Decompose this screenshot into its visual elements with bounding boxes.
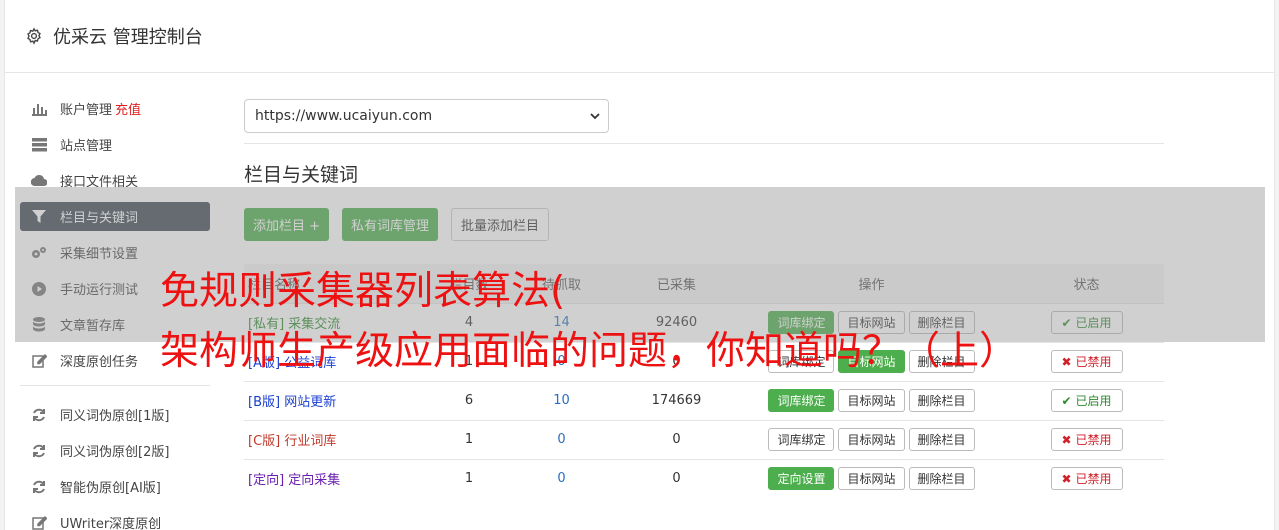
site-select-value: https://www.ucaiyun.com	[255, 108, 433, 124]
page-title: 优采云 管理控制台	[53, 27, 203, 48]
refresh-icon	[31, 479, 47, 495]
column-count: 1	[434, 458, 504, 498]
status-label: 已禁用	[1075, 472, 1112, 487]
sidebar-item-label: 账户管理	[60, 103, 113, 118]
table-row: [C版] 行业词库 1 0 0 词库绑定 目标网站 删除栏目 ✖ 已禁用	[244, 419, 1164, 459]
sidebar-item-label: 智能伪原创[AI版]	[60, 481, 161, 496]
pending-count[interactable]: 0	[504, 458, 619, 498]
watermark-line-2: 架构师生产级应用面临的问题，你知道吗？（上）	[160, 329, 1019, 374]
status-toggle[interactable]: ✖ 已禁用	[1050, 428, 1123, 451]
collected-count: 0	[619, 419, 734, 459]
table-row: [B版] 网站更新 6 10 174669 词库绑定 目标网站 删除栏目 ✔ 已启用	[244, 380, 1164, 420]
section-title: 栏目与关键词	[244, 164, 359, 186]
sidebar-item-sites[interactable]: 站点管理	[20, 130, 210, 159]
collected-count: 174669	[619, 380, 734, 420]
column-title: 定向采集	[288, 473, 341, 489]
column-count: 6	[434, 380, 504, 420]
sidebar-item-label: 同义词伪原创[2版]	[60, 445, 170, 460]
status-toggle[interactable]: ✖ 已禁用	[1050, 350, 1123, 373]
directed-settings-button[interactable]: 定向设置	[768, 467, 835, 491]
sidebar-item-label: UWriter深度原创	[60, 517, 162, 530]
column-name[interactable]: [B版] 网站更新	[244, 380, 434, 420]
table-row: [定向] 定向采集 1 0 0 定向设置 目标网站 删除栏目 ✖ 已禁用	[244, 458, 1164, 498]
status-toggle[interactable]: ✔ 已启用	[1050, 389, 1123, 412]
chevron-down-icon	[590, 112, 600, 119]
bind-lexicon-button[interactable]: 词库绑定	[768, 389, 835, 412]
status-toggle[interactable]: ✖ 已禁用	[1050, 467, 1123, 491]
column-title: 行业词库	[284, 434, 337, 449]
collected-count: 0	[619, 458, 734, 498]
close-icon: ✖	[1061, 432, 1072, 447]
watermark-line-1: 免规则采集器列表算法(	[160, 269, 566, 314]
divider	[244, 143, 1164, 144]
refresh-icon	[31, 407, 47, 423]
gray-overlay-band	[15, 187, 1265, 342]
top-bar: 优采云 管理控制台	[5, 0, 1274, 73]
site-select[interactable]: https://www.ucaiyun.com	[244, 99, 609, 133]
target-site-button[interactable]: 目标网站	[838, 467, 905, 491]
bar-chart-icon	[31, 101, 47, 117]
edit-icon	[31, 515, 47, 530]
sidebar-item-synonym-v1[interactable]: 同义词伪原创[1版]	[20, 400, 210, 429]
target-site-button[interactable]: 目标网站	[838, 428, 905, 451]
column-title: 网站更新	[284, 395, 337, 410]
sidebar-item-label: 深度原创任务	[60, 355, 139, 370]
sidebar-item-label: 同义词伪原创[1版]	[60, 409, 170, 424]
edit-icon	[31, 353, 47, 369]
status-label: 已启用	[1075, 394, 1112, 408]
sidebar-item-uwriter[interactable]: UWriter深度原创	[20, 508, 210, 530]
status-label: 已禁用	[1075, 355, 1112, 369]
column-name[interactable]: [C版] 行业词库	[244, 419, 434, 459]
column-tag: [C版]	[248, 434, 281, 449]
sidebar-item-label: 站点管理	[60, 139, 113, 154]
column-count: 1	[434, 419, 504, 459]
check-icon: ✔	[1061, 393, 1072, 408]
bind-lexicon-button[interactable]: 词库绑定	[768, 428, 835, 451]
close-icon: ✖	[1061, 471, 1072, 486]
refresh-icon	[31, 443, 47, 459]
sidebar-divider	[20, 385, 210, 386]
column-name[interactable]: [定向] 定向采集	[244, 458, 434, 498]
pending-count[interactable]: 0	[504, 419, 619, 459]
sidebar-item-account[interactable]: 账户管理 充值	[20, 94, 210, 123]
recharge-link[interactable]: 充值	[115, 99, 141, 118]
gear-icon[interactable]	[25, 27, 43, 45]
column-tag: [B版]	[248, 395, 281, 410]
delete-column-button[interactable]: 删除栏目	[908, 428, 975, 451]
server-icon	[31, 137, 47, 153]
sidebar-item-ai-rewrite[interactable]: 智能伪原创[AI版]	[20, 472, 210, 501]
close-icon: ✖	[1061, 354, 1072, 369]
delete-column-button[interactable]: 删除栏目	[908, 389, 975, 412]
target-site-button[interactable]: 目标网站	[838, 389, 905, 412]
main-content: https://www.ucaiyun.com 栏目与关键词 添加栏目 + 私有…	[244, 99, 1164, 498]
sidebar-item-synonym-v2[interactable]: 同义词伪原创[2版]	[20, 436, 210, 465]
column-tag: [定向]	[248, 473, 285, 489]
status-label: 已禁用	[1075, 433, 1112, 447]
delete-column-button[interactable]: 删除栏目	[908, 467, 975, 491]
pending-count[interactable]: 10	[504, 380, 619, 420]
